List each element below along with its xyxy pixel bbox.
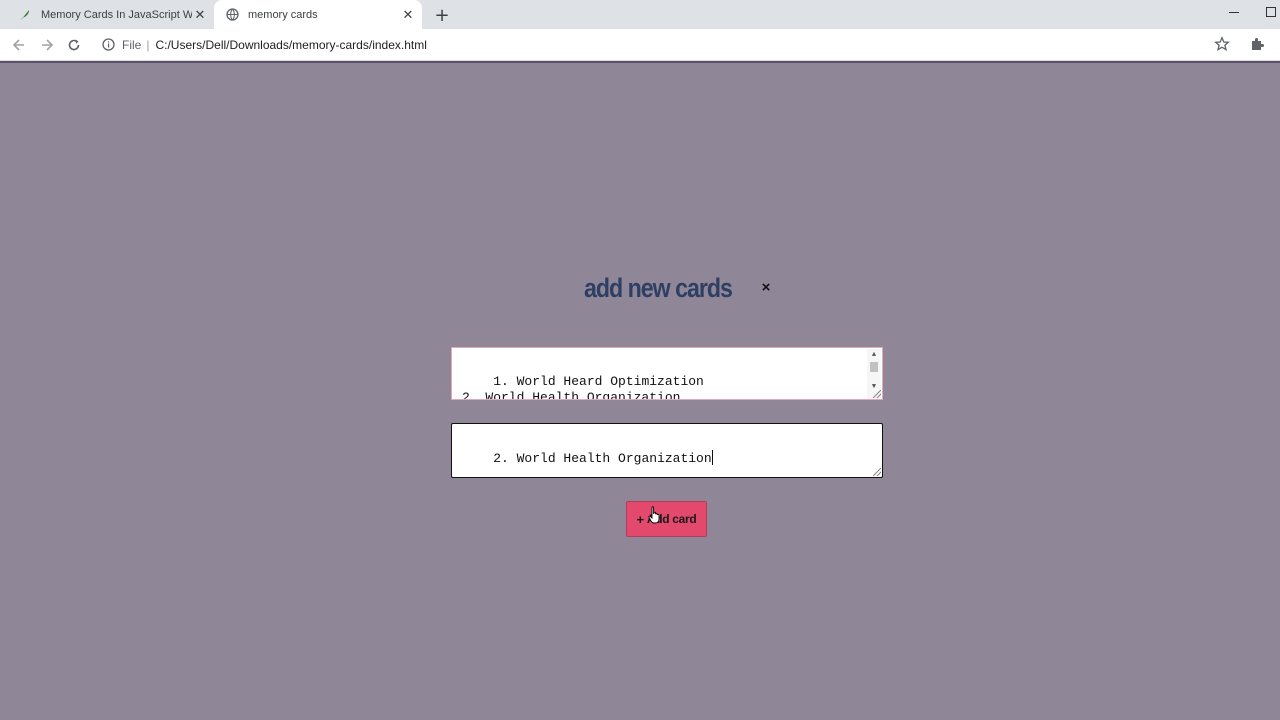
forward-arrow-icon[interactable] — [37, 35, 57, 55]
tab-title: Memory Cards In JavaScript With — [41, 8, 192, 21]
resize-grip-icon[interactable] — [873, 390, 881, 398]
tab-memory-cards-tutorial[interactable]: Memory Cards In JavaScript With ✕ — [8, 0, 214, 29]
add-card-button[interactable]: + Add card — [626, 501, 707, 537]
close-icon[interactable]: ✕ — [400, 7, 416, 23]
question-textarea[interactable]: 1. World Heard Optimization 2. World Hea… — [451, 347, 883, 400]
tab-title: memory cards — [248, 8, 318, 21]
scroll-up-arrow-icon[interactable]: ▲ — [867, 349, 881, 361]
page-content: add new cards × 1. World Heard Optimizat… — [0, 63, 1280, 720]
info-icon[interactable] — [102, 38, 116, 52]
hand-pointer-cursor-icon — [648, 506, 662, 524]
maximize-icon[interactable] — [1266, 7, 1276, 17]
resize-grip-icon[interactable] — [873, 468, 881, 476]
question-text: 1. World Heard Optimization 2. World Hea… — [462, 374, 704, 400]
url-separator: | — [146, 38, 150, 52]
reload-icon[interactable] — [64, 35, 84, 55]
globe-icon — [225, 8, 239, 22]
answer-text: 2. World Health Organization — [493, 451, 712, 466]
add-card-header: add new cards × — [0, 271, 1280, 311]
tab-memory-cards[interactable]: memory cards ✕ — [214, 0, 422, 29]
browser-tabstrip: Memory Cards In JavaScript With ✕ memory… — [0, 0, 1280, 29]
answer-textarea[interactable]: 2. World Health Organization — [451, 423, 883, 478]
new-tab-icon[interactable]: + — [432, 5, 452, 26]
close-icon[interactable]: × — [758, 279, 774, 296]
url-scheme-label: File — [122, 38, 142, 52]
extensions-puzzle-icon[interactable] — [1249, 36, 1267, 54]
star-icon[interactable] — [1214, 36, 1232, 54]
close-icon[interactable]: ✕ — [192, 7, 208, 23]
address-bar[interactable]: File | C:/Users/Dell/Downloads/memory-ca… — [96, 32, 1246, 58]
feather-icon — [18, 8, 32, 22]
text-caret — [711, 450, 713, 465]
minimize-icon[interactable] — [1226, 4, 1242, 20]
page-title: add new cards — [584, 273, 733, 303]
browser-toolbar: File | C:/Users/Dell/Downloads/memory-ca… — [0, 29, 1280, 61]
plus-icon: + — [636, 511, 645, 527]
scrollbar-thumb[interactable] — [870, 362, 878, 372]
url-text[interactable]: C:/Users/Dell/Downloads/memory-cards/ind… — [155, 38, 426, 52]
back-arrow-icon[interactable] — [9, 35, 29, 55]
